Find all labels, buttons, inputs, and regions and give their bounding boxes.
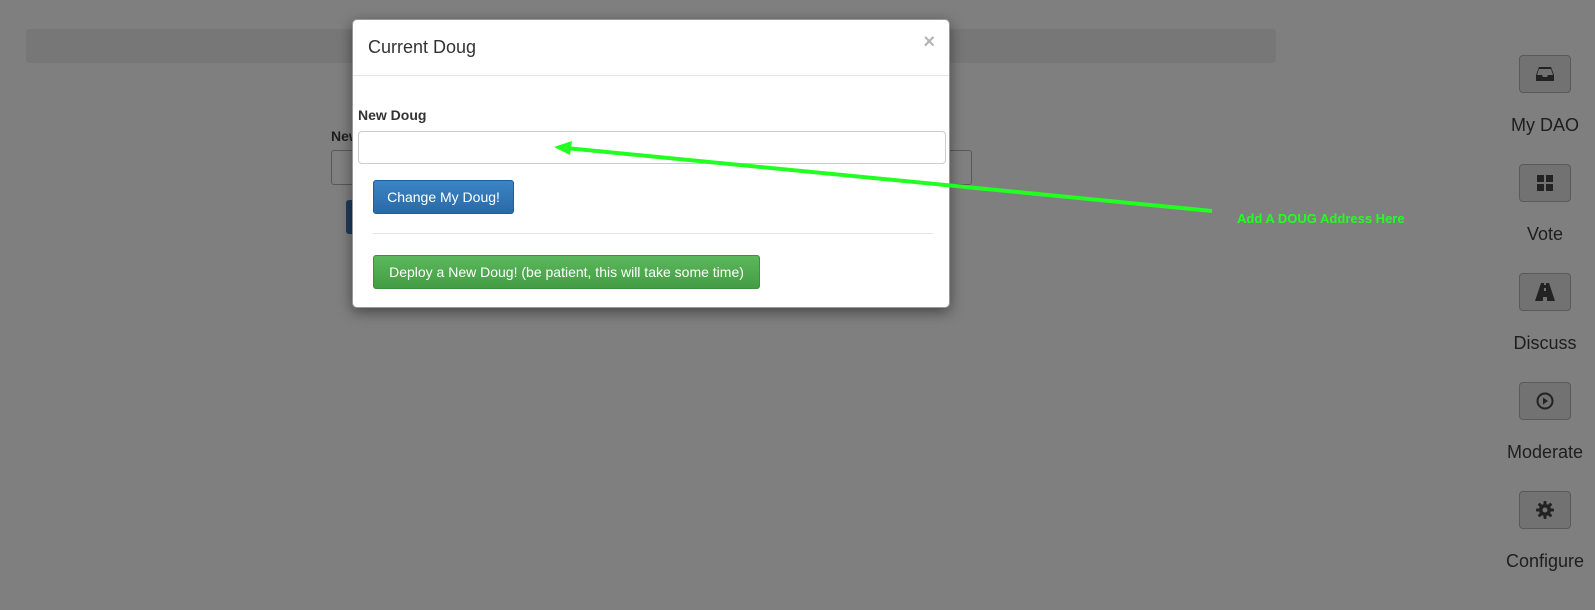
annotation-text: Add A DOUG Address Here <box>1237 211 1405 226</box>
annotation-arrow <box>554 141 1213 213</box>
